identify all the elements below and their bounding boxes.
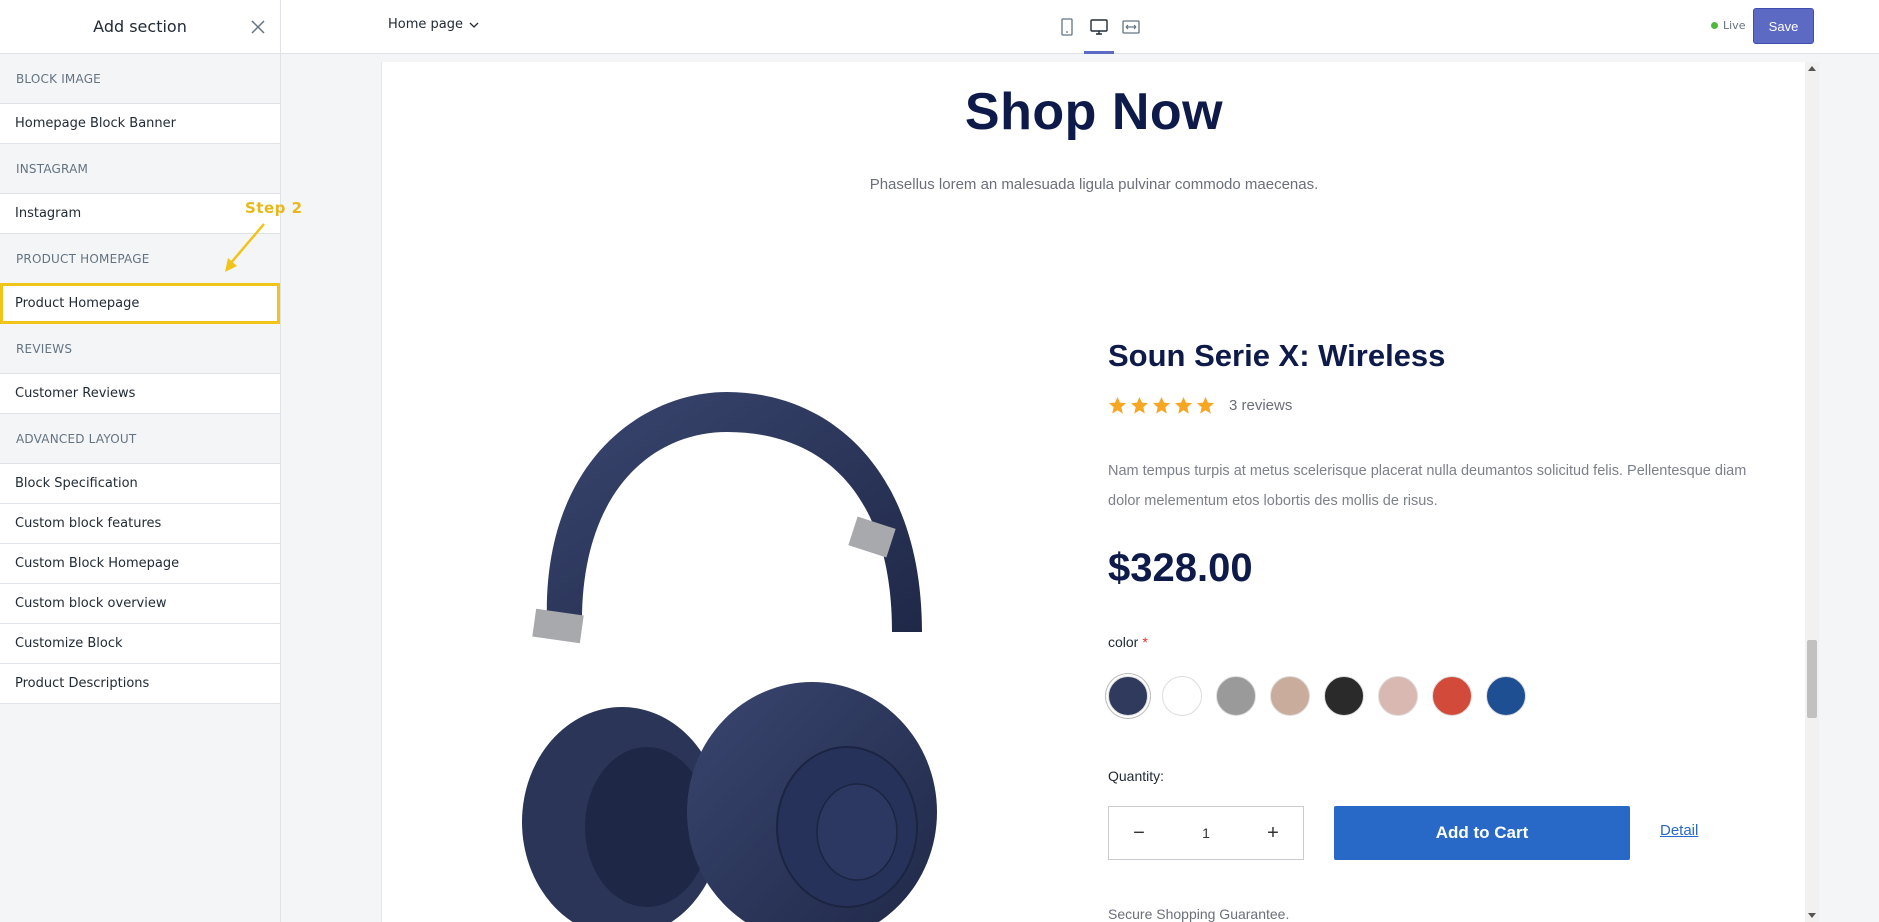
page-select-label: Home page [388,17,463,32]
headphones-product-image [522,392,937,922]
section-item-custom-block-features[interactable]: Custom block features [0,503,280,544]
group-title-block-image: BLOCK IMAGE [16,72,101,86]
sidebar: Add section BLOCK IMAGE Homepage Block B… [0,0,281,922]
color-swatch[interactable] [1162,676,1202,716]
sidebar-title: Add section [93,17,187,36]
desktop-icon [1090,19,1108,35]
group-title-instagram: INSTAGRAM [16,162,89,176]
group-title-reviews: REVIEWS [16,342,73,356]
preview-frame: Shop Now Phasellus lorem an malesuada li… [381,62,1805,922]
page-select[interactable]: Home page [388,17,479,32]
close-icon[interactable] [248,17,268,37]
quantity-label: Quantity: [1108,768,1165,784]
product-description: Nam tempus turpis at metus scelerisque p… [1108,463,1747,509]
fullwidth-view-button[interactable] [1122,18,1140,36]
color-swatch[interactable] [1378,676,1418,716]
live-status: Live [1711,19,1745,32]
product-price: $328.00 [1108,546,1253,590]
color-label-text: color [1108,634,1139,650]
quantity-increase-button[interactable]: + [1265,822,1281,845]
desktop-view-button[interactable] [1084,18,1114,54]
step-annotation-label: Step 2 [245,199,303,217]
color-swatch[interactable] [1270,676,1310,716]
sidebar-header: Add section [0,0,280,54]
live-dot-icon [1711,22,1718,29]
quantity-stepper: − 1 + [1108,806,1304,860]
add-to-cart-button[interactable]: Add to Cart [1334,806,1630,860]
color-swatch[interactable] [1324,676,1364,716]
step-arrow-icon [225,223,265,272]
fullwidth-icon [1122,20,1140,34]
section-item-homepage-block-banner[interactable]: Homepage Block Banner [0,103,280,144]
detail-link[interactable]: Detail [1660,822,1698,839]
section-item-product-descriptions[interactable]: Product Descriptions [0,663,280,704]
star-icon [1196,396,1215,414]
secure-shopping-text: Secure Shopping Guarantee. [1108,906,1290,922]
live-label: Live [1723,19,1746,32]
scroll-up-icon[interactable] [1808,66,1816,71]
section-item-block-specification[interactable]: Block Specification [0,463,280,504]
star-icon [1152,396,1171,414]
color-swatch[interactable] [1108,676,1148,716]
star-icon [1108,396,1127,414]
save-button[interactable]: Save [1753,8,1814,44]
section-title: Shop Now [964,83,1224,141]
color-label: color * [1108,634,1148,650]
section-item-customize-block[interactable]: Customize Block [0,623,280,664]
section-item-custom-block-homepage[interactable]: Custom Block Homepage [0,543,280,584]
product-title: Soun Serie X: Wireless [1108,338,1446,373]
section-item-custom-block-overview[interactable]: Custom block overview [0,583,280,624]
section-item-customer-reviews[interactable]: Customer Reviews [0,373,280,414]
group-title-advanced-layout: ADVANCED LAYOUT [16,432,137,446]
section-subtitle: Phasellus lorem an malesuada ligula pulv… [869,176,1319,193]
chevron-down-icon [469,22,479,28]
mobile-icon [1061,18,1073,36]
quantity-decrease-button[interactable]: − [1131,822,1147,845]
product-rating: 3 reviews [1108,396,1292,415]
required-mark: * [1142,634,1148,650]
color-swatch[interactable] [1486,676,1526,716]
mobile-view-button[interactable] [1058,18,1076,36]
reviews-count[interactable]: 3 reviews [1229,397,1292,414]
color-swatch[interactable] [1216,676,1256,716]
color-swatches [1108,676,1526,716]
scrollbar-thumb[interactable] [1807,640,1817,718]
scroll-down-icon[interactable] [1808,913,1816,918]
device-switcher [1058,0,1140,54]
quantity-value[interactable]: 1 [1202,825,1210,841]
star-icon [1174,396,1193,414]
section-item-product-homepage[interactable]: Product Homepage [0,283,280,324]
color-swatch[interactable] [1432,676,1472,716]
topbar: Home page Live Save [281,0,1879,54]
star-icon [1130,396,1149,414]
preview-scrollbar[interactable] [1805,62,1819,922]
